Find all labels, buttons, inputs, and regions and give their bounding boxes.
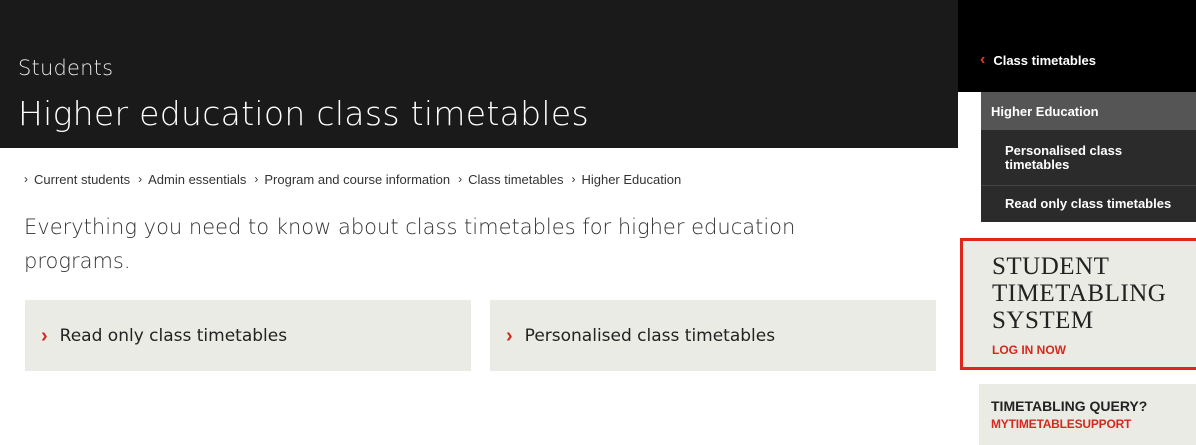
breadcrumb: › Current students › Admin essentials › … [24,171,689,188]
page: Students Higher education class timetabl… [0,0,1196,445]
chevron-right-icon: › [41,324,48,347]
page-header: Students Higher education class timetabl… [0,0,958,148]
breadcrumb-current-students[interactable]: Current students [34,172,130,187]
intro-text: Everything you need to know about class … [24,215,796,273]
log-in-now-link[interactable]: LOG IN NOW [992,343,1066,357]
read-only-timetables-tile[interactable]: › Read only class timetables [25,300,471,371]
section-kicker: Students [18,56,114,80]
promo-title-line: STUDENT [992,253,1110,280]
timetabling-query-box: TIMETABLING QUERY? MYTIMETABLESUPPORT [979,384,1196,445]
sidebar-item-higher-education[interactable]: Higher Education [981,92,1196,130]
promo-title-line: TIMETABLING [992,280,1167,307]
breadcrumb-higher-education[interactable]: Higher Education [581,172,681,187]
breadcrumb-separator-icon: › [138,171,143,186]
sidebar-back-link[interactable]: ‹ Class timetables [980,52,1096,68]
personalised-timetables-tile[interactable]: › Personalised class timetables [490,300,936,371]
promo-title-line: SYSTEM [992,307,1094,334]
promo-title: STUDENT TIMETABLING SYSTEM [992,253,1166,334]
student-timetabling-promo: STUDENT TIMETABLING SYSTEM LOG IN NOW [960,238,1196,370]
sidebar-header [958,0,1196,92]
mytimetablesupport-link[interactable]: MYTIMETABLESUPPORT [991,417,1131,431]
page-title: Higher education class timetables [18,94,589,133]
query-title: TIMETABLING QUERY? [991,398,1148,414]
sidebar-item-read-only[interactable]: Read only class timetables [981,186,1196,222]
breadcrumb-separator-icon: › [571,171,576,186]
chevron-right-icon: › [506,324,513,347]
breadcrumb-separator-icon: › [254,171,259,186]
breadcrumb-program-course-info[interactable]: Program and course information [264,172,450,187]
sidebar-item-personalised[interactable]: Personalised class timetables [981,130,1196,186]
breadcrumb-separator-icon: › [24,171,28,186]
chevron-left-icon: ‹ [980,51,986,68]
sidebar-back-label: Class timetables [993,52,1096,68]
tile-label: Read only class timetables [59,325,288,346]
breadcrumb-class-timetables[interactable]: Class timetables [468,172,563,187]
tile-label: Personalised class timetables [524,325,776,346]
breadcrumb-separator-icon: › [458,171,463,186]
breadcrumb-admin-essentials[interactable]: Admin essentials [148,172,246,187]
